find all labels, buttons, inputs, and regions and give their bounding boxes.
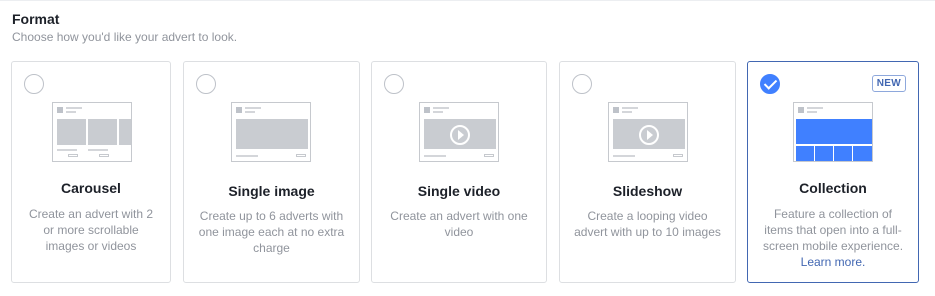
single-image-illustration-icon (231, 102, 311, 162)
radio-collection-checked-icon[interactable] (760, 74, 780, 94)
collection-description-text: Feature a collection of items that open … (762, 207, 904, 253)
format-name: Single video (417, 183, 501, 199)
new-badge: NEW (871, 75, 906, 92)
learn-more-link[interactable]: Learn more. (801, 255, 866, 269)
format-section: Format Choose how you'd like your advert… (0, 0, 935, 296)
format-card-collection[interactable]: NEW Collection Feature a collection of i… (747, 61, 919, 283)
format-description: Create an advert with one video (390, 209, 528, 239)
format-card-slideshow[interactable]: Slideshow Create a looping video advert … (559, 61, 736, 283)
play-icon (450, 125, 470, 145)
slideshow-illustration-icon (608, 102, 688, 162)
format-name: Single image (228, 183, 315, 199)
section-title: Format (12, 11, 60, 27)
format-name: Slideshow (612, 183, 683, 199)
format-card-single-video[interactable]: Single video Create an advert with one v… (371, 61, 547, 283)
section-subtitle: Choose how you'd like your advert to loo… (12, 30, 238, 44)
format-description: Create up to 6 adverts with one image ea… (198, 209, 345, 255)
play-icon (639, 125, 659, 145)
radio-slideshow[interactable] (572, 74, 592, 94)
format-description: Create a looping video advert with up to… (574, 209, 721, 239)
radio-single-video[interactable] (384, 74, 404, 94)
format-description: Feature a collection of items that open … (762, 206, 904, 270)
radio-carousel[interactable] (24, 74, 44, 94)
format-card-single-image[interactable]: Single image Create up to 6 adverts with… (183, 61, 360, 283)
collection-illustration-icon (793, 102, 873, 162)
format-description: Create an advert with 2 or more scrollab… (28, 207, 154, 253)
radio-single-image[interactable] (196, 74, 216, 94)
single-video-illustration-icon (419, 102, 499, 162)
carousel-illustration-icon (52, 102, 132, 162)
format-name: Carousel (61, 180, 121, 196)
format-name: Collection (799, 180, 867, 196)
format-card-carousel[interactable]: Carousel Create an advert with 2 or more… (11, 61, 171, 283)
